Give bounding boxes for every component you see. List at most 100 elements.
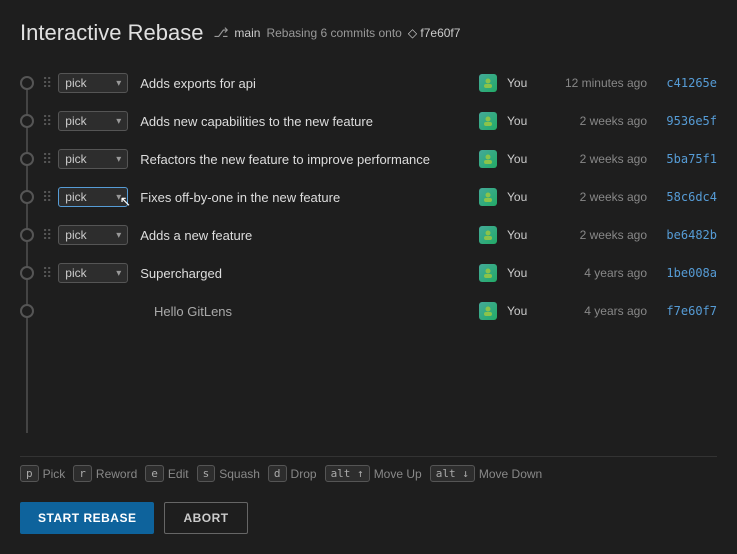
- commits-wrapper: ⠿pick▾Adds exports for apiYou12 minutes …: [20, 64, 717, 452]
- time-ago: 2 weeks ago: [547, 114, 647, 128]
- commit-meta: You2 weeks ago58c6dc4: [479, 188, 717, 206]
- cursor-icon: ↖: [120, 193, 132, 210]
- timeline-circle: [20, 114, 34, 128]
- branch-info: ⎇ main Rebasing 6 commits onto ◇ f7e60f7: [213, 25, 460, 41]
- commit-sha[interactable]: c41265e: [657, 76, 717, 90]
- rebase-label: Rebasing 6 commits onto: [266, 26, 401, 40]
- author-name: You: [507, 228, 537, 242]
- action-dropdown[interactable]: ↖pick▾: [58, 187, 128, 207]
- key-badge: s: [197, 465, 216, 482]
- key-badge: p: [20, 465, 39, 482]
- drag-handle[interactable]: ⠿: [42, 75, 52, 92]
- keyboard-hint: alt ↑ Move Up: [325, 465, 422, 482]
- keyboard-hint: eEdit: [145, 465, 188, 482]
- hint-label: Move Down: [479, 467, 542, 481]
- commit-sha[interactable]: 9536e5f: [657, 114, 717, 128]
- time-ago: 4 years ago: [547, 304, 647, 318]
- start-rebase-button[interactable]: START REBASE: [20, 502, 154, 534]
- keyboard-hints: pPickrRewordeEditsSquashdDropalt ↑Move U…: [20, 456, 717, 490]
- hint-label: Pick: [43, 467, 66, 481]
- commit-sha[interactable]: f7e60f7: [657, 304, 717, 318]
- drag-handle[interactable]: ⠿: [42, 265, 52, 282]
- action-dropdown[interactable]: pick▾: [58, 73, 128, 93]
- key-badge: d: [268, 465, 287, 482]
- hint-label: Drop: [291, 467, 317, 481]
- actions: START REBASE ABORT: [20, 502, 717, 544]
- key-badge: r: [73, 465, 92, 482]
- action-dropdown[interactable]: pick▾: [58, 263, 128, 283]
- author-name: You: [507, 304, 537, 318]
- commit-message: Refactors the new feature to improve per…: [140, 152, 479, 167]
- avatar: [479, 74, 497, 92]
- timeline-circle: [20, 304, 34, 318]
- table-row: ⠿ ↖pick▾ Fixes off-by-one in the new featu…: [20, 178, 717, 216]
- keyboard-hint: r Reword: [73, 465, 137, 482]
- commit-meta: You 2 weeks ago 9536e5f: [479, 112, 717, 130]
- avatar: [479, 112, 497, 130]
- commit-sha[interactable]: 5ba75f1: [657, 152, 717, 166]
- author-name: You: [507, 152, 537, 166]
- action-label: pick: [65, 152, 116, 166]
- chevron-down-icon: ▾: [116, 230, 121, 241]
- timeline-circle: [20, 228, 34, 242]
- commit-sha[interactable]: 58c6dc4: [657, 190, 717, 204]
- time-ago: 2 weeks ago: [547, 152, 647, 166]
- table-row: ⠿ pick▾ Adds exports for api You 12 minutes …: [20, 64, 717, 102]
- table-row: ⠿ pick▾ Adds new capabilities to the new f…: [20, 102, 717, 140]
- avatar: [479, 188, 497, 206]
- time-ago: 4 years ago: [547, 266, 647, 280]
- key-badge: e: [145, 465, 164, 482]
- table-row: Hello GitLens You 4 years ago f7e60f7: [20, 292, 717, 330]
- commit-message: Hello GitLens: [154, 304, 479, 319]
- timeline-circle: [20, 152, 34, 166]
- commit-meta: You4 years ago1be008a: [479, 264, 717, 282]
- drag-handle[interactable]: ⠿: [42, 113, 52, 130]
- chevron-down-icon: ▾: [116, 154, 121, 165]
- hint-label: Reword: [96, 467, 137, 481]
- page: Interactive Rebase ⎇ main Rebasing 6 com…: [0, 0, 737, 554]
- action-dropdown[interactable]: pick▾: [58, 149, 128, 169]
- page-title: Interactive Rebase: [20, 20, 203, 46]
- action-label: pick: [65, 266, 116, 280]
- key-badge: alt ↓: [430, 465, 475, 482]
- drag-handle[interactable]: ⠿: [42, 227, 52, 244]
- commit-sha[interactable]: 1be008a: [657, 266, 717, 280]
- author-name: You: [507, 76, 537, 90]
- drag-handle[interactable]: ⠿: [42, 189, 52, 206]
- chevron-down-icon: ▾: [116, 268, 121, 279]
- hint-label: Move Up: [374, 467, 422, 481]
- branch-name: main: [234, 26, 260, 40]
- key-badge: alt ↑: [325, 465, 370, 482]
- table-row: ⠿ pick▾ Refactors the new feature to impro…: [20, 140, 717, 178]
- target-hash: ◇ f7e60f7: [408, 26, 461, 40]
- commit-message: Supercharged: [140, 266, 479, 281]
- commit-sha[interactable]: be6482b: [657, 228, 717, 242]
- table-row: ⠿pick▾Adds a new featureYou2 weeks agobe…: [20, 216, 717, 254]
- table-row: ⠿pick▾SuperchargedYou4 years ago1be008a: [20, 254, 717, 292]
- timeline-circle: [20, 266, 34, 280]
- time-ago: 2 weeks ago: [547, 228, 647, 242]
- avatar: [479, 302, 497, 320]
- action-label: pick: [65, 228, 116, 242]
- chevron-down-icon: ▾: [116, 116, 121, 127]
- action-dropdown[interactable]: pick▾: [58, 111, 128, 131]
- abort-button[interactable]: ABORT: [164, 502, 247, 534]
- chevron-down-icon: ▾: [116, 78, 121, 89]
- timeline-circle: [20, 76, 34, 90]
- avatar: [479, 150, 497, 168]
- commit-meta: You 12 minutes ago c41265e: [479, 74, 717, 92]
- avatar: [479, 226, 497, 244]
- drag-handle[interactable]: ⠿: [42, 151, 52, 168]
- timeline-circle: [20, 190, 34, 204]
- time-ago: 12 minutes ago: [547, 76, 647, 90]
- keyboard-hint: p Pick: [20, 465, 65, 482]
- author-name: You: [507, 114, 537, 128]
- commits-list: ⠿pick▾Adds exports for apiYou12 minutes …: [20, 64, 717, 330]
- header: Interactive Rebase ⎇ main Rebasing 6 com…: [20, 20, 717, 46]
- commit-message: Adds exports for api: [140, 76, 479, 91]
- commit-meta: You 2 weeks ago be6482b: [479, 226, 717, 244]
- commit-message: Fixes off-by-one in the new feature: [140, 190, 479, 205]
- commit-message: Adds new capabilities to the new feature: [140, 114, 479, 129]
- action-label: pick: [65, 76, 116, 90]
- action-dropdown[interactable]: pick▾: [58, 225, 128, 245]
